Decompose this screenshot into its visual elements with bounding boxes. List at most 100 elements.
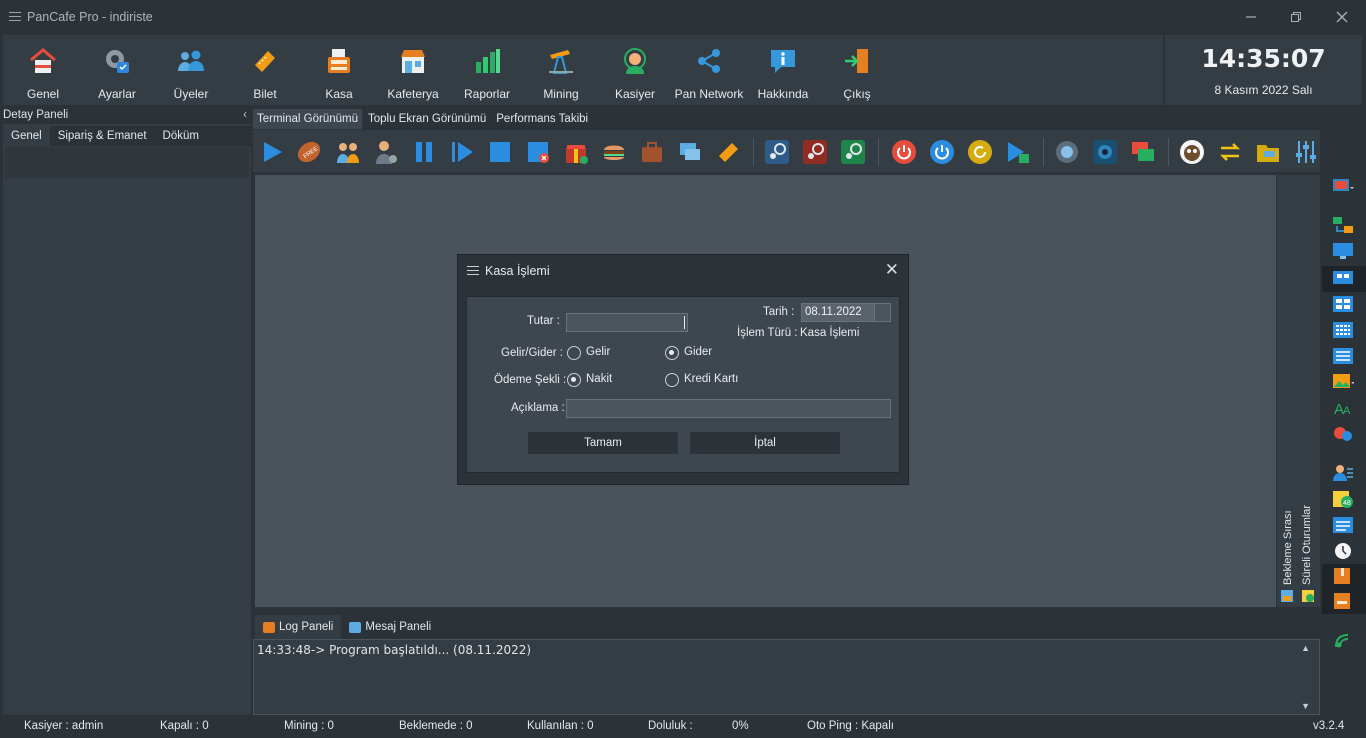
group-view-icon[interactable] [1332, 216, 1354, 234]
users-list-icon[interactable] [1332, 464, 1354, 482]
cancel-button[interactable]: İptal [690, 432, 840, 454]
folder-transfer-icon[interactable] [1255, 139, 1281, 165]
credit-card-option-label[interactable]: Kredi Kartı [684, 373, 738, 385]
toolbar-kafeterya-button[interactable]: Kafeterya [376, 35, 450, 105]
clock-icon[interactable] [1332, 542, 1354, 560]
expense-option-label[interactable]: Gider [684, 346, 712, 358]
tab-log-panel[interactable]: Log Paneli [255, 615, 342, 639]
toolbar-pan-network-label: Pan Network [674, 87, 744, 101]
pause-icon[interactable] [411, 139, 437, 165]
toolbar-kasiyer-button[interactable]: Kasiyer [598, 35, 672, 105]
ticket-sale-icon[interactable] [715, 139, 741, 165]
tab-terminal-view[interactable]: Terminal Görünümü [253, 109, 362, 129]
waiting-queue-label[interactable]: Bekleme Sırası [1282, 510, 1294, 585]
income-option-label[interactable]: Gelir [586, 346, 610, 358]
mascot-icon[interactable] [1179, 139, 1205, 165]
scroll-up-icon[interactable]: ▲ [1301, 643, 1310, 653]
single-monitor-icon[interactable] [1332, 242, 1354, 260]
background-image-icon[interactable] [1332, 373, 1354, 391]
description-input[interactable] [566, 399, 891, 418]
toolbar-ayarlar-button[interactable]: Ayarlar [80, 35, 154, 105]
timed-sessions-icon[interactable] [1301, 589, 1315, 603]
calendar-48-icon[interactable]: 48 [1332, 490, 1354, 508]
tab-genel[interactable]: Genel [3, 126, 50, 146]
restart-icon[interactable] [967, 139, 993, 165]
orange-box-icon[interactable] [1332, 567, 1354, 585]
cash-radio[interactable] [567, 373, 581, 387]
close-window-button[interactable] [1319, 0, 1365, 33]
toolbar-uyeler-button[interactable]: Üyeler [154, 35, 228, 105]
date-picker[interactable]: 08.11.2022 [801, 303, 891, 322]
app-menu-icon[interactable] [9, 12, 21, 21]
location-pin-icon[interactable] [1332, 425, 1354, 443]
steam-stop-icon[interactable] [802, 139, 828, 165]
gift-icon[interactable] [563, 139, 589, 165]
view-screen-icon[interactable] [1054, 139, 1080, 165]
food-burger-icon[interactable] [601, 139, 627, 165]
power-off-icon[interactable] [891, 139, 917, 165]
member-session-icon[interactable] [335, 139, 361, 165]
dialog-menu-icon[interactable] [467, 266, 479, 275]
free-session-icon[interactable]: FREE [296, 139, 322, 165]
toolbar-hakkinda-button[interactable]: Hakkında [746, 35, 820, 105]
date-dropdown-button[interactable] [874, 304, 890, 321]
tab-siparis-emanet[interactable]: Sipariş & Emanet [50, 126, 155, 146]
timed-sessions-label[interactable]: Süreli Oturumlar [1301, 505, 1313, 585]
restore-button[interactable] [1273, 0, 1319, 33]
scroll-down-icon[interactable]: ▼ [1301, 701, 1310, 711]
restore-icon [1291, 11, 1301, 22]
tab-dokum[interactable]: Döküm [155, 126, 207, 146]
message-icon[interactable] [677, 139, 703, 165]
orange-box-icon-2[interactable] [1332, 592, 1354, 610]
status-cashier: Kasiyer : admin [24, 720, 104, 732]
remote-desktop-icon[interactable] [1130, 139, 1156, 165]
minimize-button[interactable] [1228, 0, 1274, 33]
play-icon[interactable] [259, 139, 285, 165]
log-panel-label: Log Paneli [279, 621, 334, 633]
expense-radio[interactable] [665, 346, 679, 360]
toolbar-bilet-button[interactable]: Bilet [228, 35, 302, 105]
dialog-header: Kasa İşlemi ✕ [458, 255, 908, 286]
cash-register-icon [328, 49, 350, 73]
income-radio[interactable] [567, 346, 581, 360]
screenshot-icon[interactable] [1092, 139, 1118, 165]
toolbar-mining-button[interactable]: Mining [524, 35, 598, 105]
sliders-icon[interactable] [1293, 139, 1319, 165]
small-icons-view-icon[interactable] [1332, 321, 1354, 339]
toolbar-genel-button[interactable]: Genel [6, 35, 80, 105]
dialog-close-button[interactable]: ✕ [885, 260, 899, 280]
toolbar-pan-network-button[interactable]: Pan Network [672, 35, 746, 105]
stop-cancel-icon[interactable] [525, 139, 551, 165]
ok-button[interactable]: Tamam [528, 432, 678, 454]
toolbar-raporlar-button[interactable]: Raporlar [450, 35, 524, 105]
steam-start-icon[interactable] [840, 139, 866, 165]
list-view-icon[interactable] [1332, 347, 1354, 365]
cash-option-label[interactable]: Nakit [586, 373, 612, 385]
credit-card-radio[interactable] [665, 373, 679, 387]
deposit-bag-icon[interactable] [639, 139, 665, 165]
monitor-dropdown-icon[interactable] [1332, 178, 1354, 196]
toolbar-kasa-button[interactable]: Kasa [302, 35, 376, 105]
transfer-icon[interactable] [1217, 139, 1243, 165]
tab-bulk-screen-view[interactable]: Toplu Ekran Görünümü [364, 109, 490, 129]
waiting-queue-icon[interactable] [1280, 589, 1294, 603]
font-size-icon[interactable]: AA [1332, 399, 1354, 417]
user-settings-icon[interactable] [373, 139, 399, 165]
power-on-icon[interactable] [929, 139, 955, 165]
logoff-icon[interactable] [1005, 139, 1031, 165]
toolbar-cikis-button[interactable]: Çıkış [820, 35, 894, 105]
large-icons-view-icon[interactable] [1332, 270, 1354, 288]
home-icon [30, 48, 56, 73]
stop-icon[interactable] [487, 139, 513, 165]
amount-input[interactable] [566, 313, 688, 332]
steam-icon[interactable] [764, 139, 790, 165]
medium-icons-view-icon[interactable] [1332, 295, 1354, 313]
log-panel[interactable]: 14:33:48-> Program başlatıldı... (08.11.… [253, 639, 1320, 715]
tab-message-panel[interactable]: Mesaj Paneli [341, 615, 439, 639]
collapse-panel-icon[interactable]: ‹ [243, 107, 247, 123]
svg-text:48: 48 [1343, 500, 1351, 507]
connection-status-icon[interactable] [1332, 631, 1354, 649]
resume-icon[interactable] [449, 139, 475, 165]
notes-icon[interactable] [1332, 516, 1354, 534]
tab-performance[interactable]: Performans Takibi [492, 109, 592, 129]
